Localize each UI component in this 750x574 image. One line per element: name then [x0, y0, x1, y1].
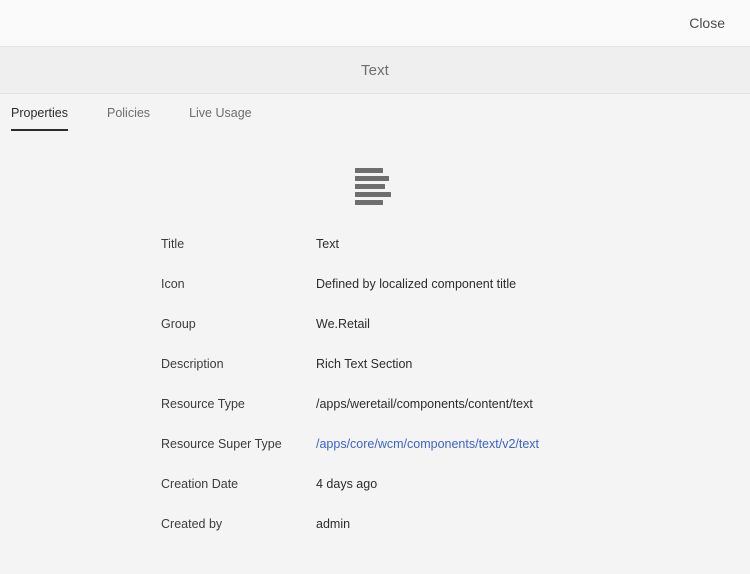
property-row-icon: Icon Defined by localized component titl…	[0, 276, 750, 316]
property-value: admin	[316, 516, 350, 532]
property-label: Title	[161, 236, 316, 252]
property-row-group: Group We.Retail	[0, 316, 750, 356]
tab-policies[interactable]: Policies	[107, 106, 150, 131]
property-list: Title Text Icon Defined by localized com…	[0, 236, 750, 556]
property-label: Group	[161, 316, 316, 332]
property-label: Resource Super Type	[161, 436, 316, 452]
property-value: Rich Text Section	[316, 356, 412, 372]
dialog-toolbar: Close	[0, 0, 750, 47]
property-value: We.Retail	[316, 316, 370, 332]
property-row-resource-type: Resource Type /apps/weretail/components/…	[0, 396, 750, 436]
property-row-title: Title Text	[0, 236, 750, 276]
close-button[interactable]: Close	[687, 10, 727, 36]
property-row-created-by: Created by admin	[0, 516, 750, 556]
component-properties-dialog: Close Text Properties Policies Live Usag…	[0, 0, 750, 574]
tab-list: Properties Policies Live Usage	[0, 94, 750, 140]
text-lines-icon	[355, 167, 395, 205]
properties-panel: Title Text Icon Defined by localized com…	[0, 140, 750, 574]
property-label: Creation Date	[161, 476, 316, 492]
property-value: Defined by localized component title	[316, 276, 516, 292]
tab-live-usage[interactable]: Live Usage	[189, 106, 252, 131]
property-label: Description	[161, 356, 316, 372]
dialog-title-bar: Text	[0, 47, 750, 94]
component-icon-container	[0, 158, 750, 214]
property-value: 4 days ago	[316, 476, 377, 492]
property-value: /apps/weretail/components/content/text	[316, 396, 533, 412]
property-row-description: Description Rich Text Section	[0, 356, 750, 396]
property-row-creation-date: Creation Date 4 days ago	[0, 476, 750, 516]
page-title: Text	[361, 62, 389, 79]
property-value: Text	[316, 236, 339, 252]
tab-properties[interactable]: Properties	[11, 106, 68, 131]
property-label: Icon	[161, 276, 316, 292]
property-label: Created by	[161, 516, 316, 532]
resource-super-type-link[interactable]: /apps/core/wcm/components/text/v2/text	[316, 436, 539, 452]
property-label: Resource Type	[161, 396, 316, 412]
property-row-resource-super-type: Resource Super Type /apps/core/wcm/compo…	[0, 436, 750, 476]
